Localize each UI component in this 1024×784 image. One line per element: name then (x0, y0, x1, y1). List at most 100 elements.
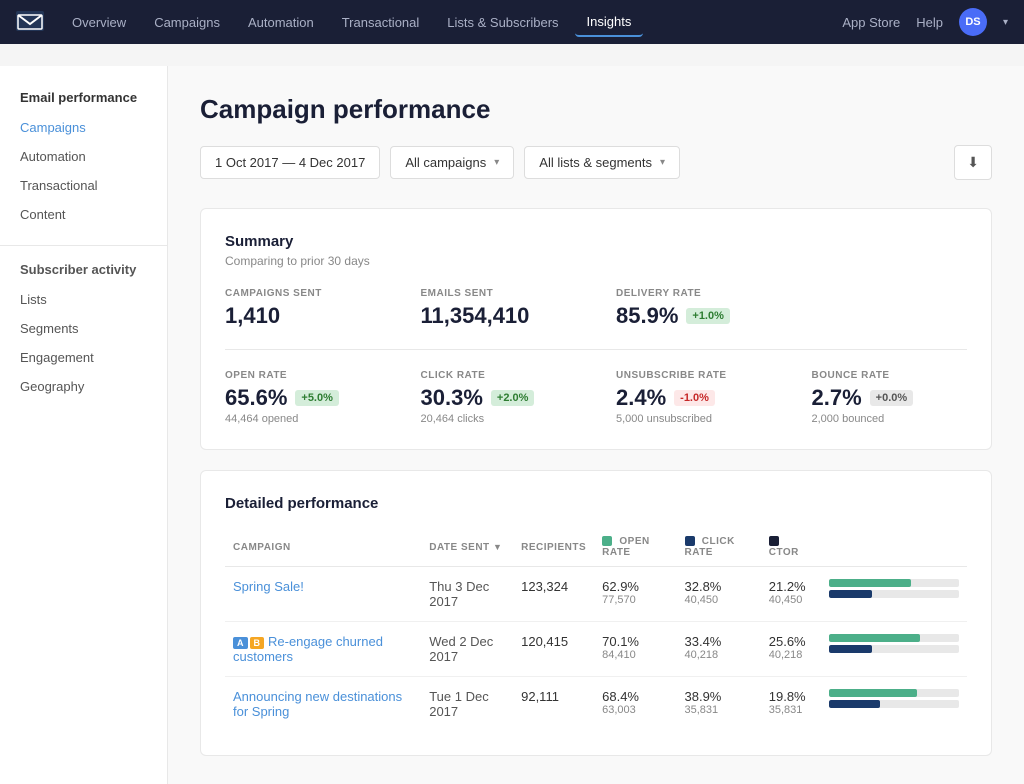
campaigns-filter[interactable]: All campaigns ▾ (390, 146, 514, 179)
click-bar-wrap (829, 590, 959, 598)
stat-click-label: CLICK RATE (421, 370, 577, 381)
open-rate-value: 70.1% (602, 634, 668, 649)
cell-chart (821, 622, 967, 677)
cell-click-rate: 33.4% 40,218 (677, 622, 761, 677)
col-recipients: RECIPIENTS (513, 528, 594, 567)
nav-overview[interactable]: Overview (60, 9, 138, 36)
cell-chart (821, 677, 967, 732)
download-icon: ⬇ (967, 154, 979, 170)
nav-automation[interactable]: Automation (236, 9, 326, 36)
click-bar-wrap (829, 700, 959, 708)
stat-emails-sent: EMAILS SENT 11,354,410 (421, 288, 577, 329)
campaign-link[interactable]: Spring Sale! (233, 579, 304, 594)
stat-bounce-rate: BOUNCE RATE 2.7% +0.0% 2,000 bounced (812, 370, 968, 425)
bounce-badge: +0.0% (870, 390, 914, 406)
stat-campaigns-label: CAMPAIGNS SENT (225, 288, 381, 299)
open-bar-wrap (829, 634, 959, 642)
ctor-value: 21.2% (769, 579, 813, 594)
click-bar (829, 645, 872, 653)
stat-click-value: 30.3% +2.0% (421, 385, 577, 411)
click-bar (829, 700, 880, 708)
sidebar-item-content[interactable]: Content (0, 200, 167, 229)
ctor-value: 25.6% (769, 634, 813, 649)
ctor-sub: 40,450 (769, 594, 813, 606)
col-campaign: CAMPAIGN (225, 528, 421, 567)
open-bar (829, 634, 920, 642)
summary-stats-row1: CAMPAIGNS SENT 1,410 EMAILS SENT 11,354,… (225, 288, 967, 329)
cell-date: Wed 2 Dec 2017 (421, 622, 513, 677)
open-rate-indicator (602, 536, 612, 546)
click-rate-value: 33.4% (685, 634, 753, 649)
nav-items: Overview Campaigns Automation Transactio… (60, 8, 842, 37)
stat-emails-label: EMAILS SENT (421, 288, 577, 299)
ab-badge: AB (233, 637, 264, 649)
open-rate-value: 68.4% (602, 689, 668, 704)
segments-filter[interactable]: All lists & segments ▾ (524, 146, 680, 179)
ctor-sub: 40,218 (769, 649, 813, 661)
col-open-rate: OPEN RATE (594, 528, 676, 567)
open-bar (829, 689, 917, 697)
click-bar-wrap (829, 645, 959, 653)
campaign-link[interactable]: Announcing new destinations for Spring (233, 689, 402, 719)
click-badge: +2.0% (491, 390, 535, 406)
nav-transactional[interactable]: Transactional (330, 9, 432, 36)
summary-subtitle: Comparing to prior 30 days (225, 254, 967, 268)
sidebar-item-automation[interactable]: Automation (0, 142, 167, 171)
nav-insights[interactable]: Insights (575, 8, 644, 37)
download-button[interactable]: ⬇ (954, 145, 992, 180)
recipients-value: 120,415 (521, 634, 586, 649)
app-store-link[interactable]: App Store (842, 15, 900, 30)
bar-group (829, 689, 959, 708)
stat-unsub-rate: UNSUBSCRIBE RATE 2.4% -1.0% 5,000 unsubs… (616, 370, 772, 425)
stat-unsub-label: UNSUBSCRIBE RATE (616, 370, 772, 381)
detailed-title: Detailed performance (225, 495, 967, 512)
sidebar-item-segments[interactable]: Segments (0, 314, 167, 343)
cell-campaign-name: Spring Sale! (225, 567, 421, 622)
open-badge: +5.0% (295, 390, 339, 406)
stat-open-sub: 44,464 opened (225, 413, 381, 425)
sidebar-item-geography[interactable]: Geography (0, 372, 167, 401)
sidebar-item-campaigns[interactable]: Campaigns (0, 113, 167, 142)
cell-click-rate: 32.8% 40,450 (677, 567, 761, 622)
nav-lists[interactable]: Lists & Subscribers (435, 9, 570, 36)
sidebar-item-lists[interactable]: Lists (0, 285, 167, 314)
email-performance-section: Email performance (0, 90, 167, 113)
stat-open-label: OPEN RATE (225, 370, 381, 381)
bar-group (829, 579, 959, 598)
stat-bounce-sub: 2,000 bounced (812, 413, 968, 425)
recipients-value: 92,111 (521, 689, 586, 704)
delivery-badge: +1.0% (686, 308, 730, 324)
cell-chart (821, 567, 967, 622)
top-nav: Overview Campaigns Automation Transactio… (0, 0, 1024, 44)
summary-card: Summary Comparing to prior 30 days CAMPA… (200, 208, 992, 450)
performance-table: CAMPAIGN DATE SENT ▼ RECIPIENTS OPEN RAT… (225, 528, 967, 731)
sidebar-item-transactional[interactable]: Transactional (0, 171, 167, 200)
col-ctor: CTOR (761, 528, 821, 567)
segments-filter-value: All lists & segments (539, 155, 652, 170)
cell-open-rate: 68.4% 63,003 (594, 677, 676, 732)
stat-click-rate: CLICK RATE 30.3% +2.0% 20,464 clicks (421, 370, 577, 425)
cell-date: Tue 1 Dec 2017 (421, 677, 513, 732)
cell-campaign-name: ABRe-engage churned customers (225, 622, 421, 677)
stat-delivery-value: 85.9% +1.0% (616, 303, 772, 329)
col-date-sent[interactable]: DATE SENT ▼ (421, 528, 513, 567)
help-link[interactable]: Help (916, 15, 943, 30)
logo[interactable] (16, 11, 44, 34)
open-bar (829, 579, 911, 587)
sidebar-item-engagement[interactable]: Engagement (0, 343, 167, 372)
cell-recipients: 120,415 (513, 622, 594, 677)
app-container: Email performance Campaigns Automation T… (0, 66, 1024, 784)
col-click-rate: CLICK RATE (677, 528, 761, 567)
summary-stats-row2: OPEN RATE 65.6% +5.0% 44,464 opened CLIC… (225, 370, 967, 425)
date-range-filter[interactable]: 1 Oct 2017 — 4 Dec 2017 (200, 146, 380, 179)
user-avatar[interactable]: DS (959, 8, 987, 36)
page-title: Campaign performance (200, 94, 992, 125)
click-rate-value: 32.8% (685, 579, 753, 594)
stat-delivery-rate: DELIVERY RATE 85.9% +1.0% (616, 288, 772, 329)
stat-campaigns-sent: CAMPAIGNS SENT 1,410 (225, 288, 381, 329)
stat-open-rate: OPEN RATE 65.6% +5.0% 44,464 opened (225, 370, 381, 425)
filters-row: 1 Oct 2017 — 4 Dec 2017 All campaigns ▾ … (200, 145, 992, 180)
open-rate-sub: 77,570 (602, 594, 668, 606)
cell-ctor: 19.8% 35,831 (761, 677, 821, 732)
nav-campaigns[interactable]: Campaigns (142, 9, 232, 36)
